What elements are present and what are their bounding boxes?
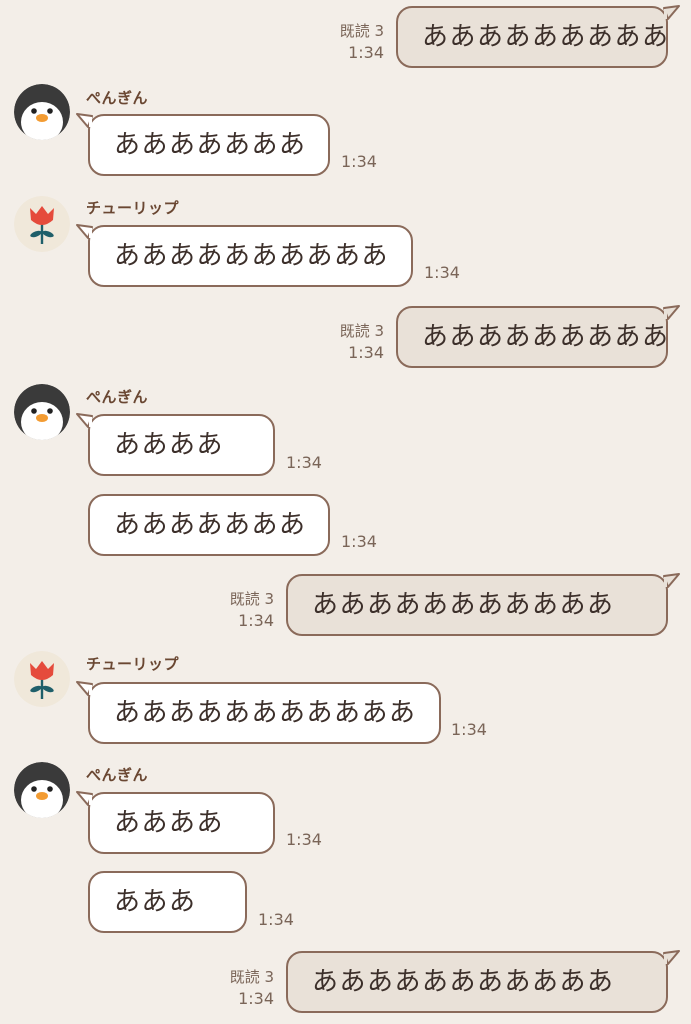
message-meta: 既読 3 1:34 [264,320,384,364]
avatar-penguin[interactable] [14,84,70,140]
message-bubble-incoming[interactable]: ああああ [88,792,275,854]
bubble-tail [663,305,680,320]
message-time: 1:34 [341,532,377,551]
message-text: ああああああああああ [114,241,390,271]
message-text: あああああああ [114,130,307,160]
avatar-penguin[interactable] [14,762,70,818]
message-text: ああああ [114,430,225,460]
penguin-icon [14,762,70,818]
message-meta: 既読 3 1:34 [154,966,274,1010]
message-time: 1:34 [238,611,274,630]
chat-view[interactable]: 既読 3 1:34 あああああああああ ぺんぎん あああああああ 1:34 チュ… [0,0,691,1024]
sender-name: チューリップ [86,199,180,217]
sender-name: ぺんぎん [86,89,149,107]
tulip-icon [14,651,70,707]
message-time: 1:34 [238,989,274,1008]
message-bubble-outgoing[interactable]: あああああああああああ [286,574,668,636]
sender-name: ぺんぎん [86,388,149,406]
message-text: ああああ [114,808,225,838]
message-time: 1:34 [348,343,384,362]
penguin-icon [14,384,70,440]
bubble-tail [76,791,93,806]
read-receipt: 既読 3 [229,968,274,986]
sender-name: ぺんぎん [86,766,149,784]
message-bubble-incoming[interactable]: ああああああああああ [88,225,413,287]
bubble-tail [663,573,680,588]
tulip-icon [14,196,70,252]
read-receipt: 既読 3 [229,590,274,608]
message-time: 1:34 [286,453,322,472]
message-bubble-incoming[interactable]: ああああ [88,414,275,476]
bubble-tail [76,681,93,696]
bubble-tail [76,413,93,428]
bubble-tail [76,224,93,239]
message-time: 1:34 [258,910,294,929]
message-time: 1:34 [451,720,487,739]
message-time: 1:34 [348,43,384,62]
read-receipt: 既読 3 [339,22,384,40]
avatar-tulip[interactable] [14,651,70,707]
message-time: 1:34 [424,263,460,282]
message-text: あああああああああ [422,22,670,52]
read-receipt: 既読 3 [339,322,384,340]
sender-name: チューリップ [86,655,180,673]
message-bubble-incoming[interactable]: あああああああ [88,114,330,176]
bubble-tail [663,5,680,20]
message-bubble-outgoing[interactable]: あああああああああああ [286,951,668,1013]
bubble-tail [663,950,680,965]
message-bubble-incoming[interactable]: あああああああああああ [88,682,441,744]
message-meta: 既読 3 1:34 [154,588,274,632]
message-text: あああああああああああ [312,967,615,997]
message-bubble-outgoing[interactable]: あああああああああ [396,6,668,68]
message-bubble-outgoing[interactable]: あああああああああ [396,306,668,368]
avatar-tulip[interactable] [14,196,70,252]
message-text: あああああああああああ [312,590,615,620]
message-time: 1:34 [341,152,377,171]
avatar-penguin[interactable] [14,384,70,440]
penguin-icon [14,84,70,140]
message-text: あああああああああああ [114,698,417,728]
message-meta: 既読 3 1:34 [264,20,384,64]
message-text: あああああああああ [422,322,670,352]
bubble-tail [76,113,93,128]
message-bubble-incoming[interactable]: あああああああ [88,494,330,556]
message-bubble-incoming[interactable]: あああ [88,871,247,933]
message-text: あああ [114,887,197,917]
message-text: あああああああ [114,510,307,540]
message-time: 1:34 [286,830,322,849]
